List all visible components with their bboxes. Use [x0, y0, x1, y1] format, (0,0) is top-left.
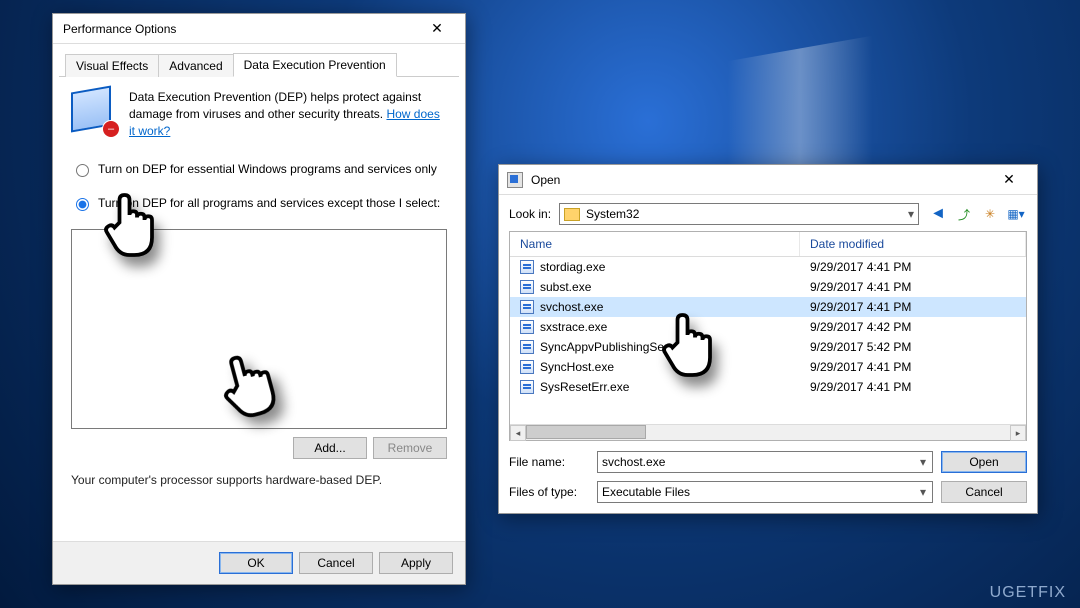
exe-icon [520, 360, 534, 374]
dialog-footer: OK Cancel Apply [53, 541, 465, 584]
file-date: 9/29/2017 4:41 PM [800, 360, 1026, 374]
window-title: Performance Options [63, 22, 176, 36]
open-title: Open [531, 173, 560, 187]
file-name: stordiag.exe [540, 260, 605, 274]
dep-chip-icon: – [71, 89, 115, 133]
look-in-value: System32 [586, 207, 639, 221]
new-folder-icon: ✳ [985, 207, 995, 221]
app-icon [507, 172, 523, 188]
folder-icon [564, 208, 580, 221]
radio-all-except-label: Turn on DEP for all programs and service… [98, 196, 440, 210]
back-button[interactable]: ◄ [927, 203, 949, 225]
filename-input[interactable] [598, 455, 914, 469]
open-dialog: Open ✕ Look in: System32 ▾ ◄ ⤴ ✳ ▦▾ Name… [498, 164, 1038, 514]
filetypes-label: Files of type: [509, 485, 589, 499]
filetypes-combo[interactable]: ▾ [597, 481, 933, 503]
file-name: sxstrace.exe [540, 320, 607, 334]
file-row[interactable]: SysResetErr.exe 9/29/2017 4:41 PM [510, 377, 1026, 397]
open-cancel-button[interactable]: Cancel [941, 481, 1027, 503]
dep-panel: – Data Execution Prevention (DEP) helps … [53, 77, 465, 541]
exe-icon [520, 300, 534, 314]
close-icon: ✕ [431, 20, 443, 37]
exe-icon [520, 340, 534, 354]
ok-button[interactable]: OK [219, 552, 293, 574]
dep-support-text: Your computer's processor supports hardw… [71, 473, 447, 487]
scroll-track[interactable] [526, 425, 1010, 440]
chevron-down-icon: ▾ [908, 207, 914, 221]
file-row[interactable]: SyncHost.exe 9/29/2017 4:41 PM [510, 357, 1026, 377]
dep-description: Data Execution Prevention (DEP) helps pr… [129, 89, 447, 139]
exe-icon [520, 260, 534, 274]
up-one-level-button[interactable]: ⤴ [953, 203, 975, 225]
close-button[interactable]: ✕ [415, 15, 459, 43]
dep-exceptions-list[interactable] [71, 229, 447, 429]
tab-dep[interactable]: Data Execution Prevention [233, 53, 397, 77]
radio-all-except[interactable]: Turn on DEP for all programs and service… [71, 195, 447, 211]
view-icon: ▦▾ [1007, 207, 1024, 221]
new-folder-button[interactable]: ✳ [979, 203, 1001, 225]
file-date: 9/29/2017 4:41 PM [800, 280, 1026, 294]
tabstrip: Visual Effects Advanced Data Execution P… [59, 48, 459, 77]
open-titlebar[interactable]: Open ✕ [499, 165, 1037, 195]
filetypes-value[interactable] [598, 485, 914, 499]
radio-essential-label: Turn on DEP for essential Windows progra… [98, 162, 437, 176]
column-headers[interactable]: Name Date modified [510, 232, 1026, 257]
file-date: 9/29/2017 4:42 PM [800, 320, 1026, 334]
open-button[interactable]: Open [941, 451, 1027, 473]
remove-button: Remove [373, 437, 447, 459]
file-name: SyncHost.exe [540, 360, 614, 374]
close-icon: ✕ [1003, 171, 1015, 188]
file-date: 9/29/2017 4:41 PM [800, 300, 1026, 314]
exe-icon [520, 280, 534, 294]
chevron-down-icon[interactable]: ▾ [914, 455, 932, 469]
open-bottom: File name: ▾ Open Files of type: ▾ Cance… [499, 441, 1037, 513]
radio-essential-input[interactable] [76, 164, 89, 177]
file-date: 9/29/2017 4:41 PM [800, 260, 1026, 274]
file-row[interactable]: stordiag.exe 9/29/2017 4:41 PM [510, 257, 1026, 277]
dep-description-text: Data Execution Prevention (DEP) helps pr… [129, 90, 421, 121]
file-row[interactable]: sxstrace.exe 9/29/2017 4:42 PM [510, 317, 1026, 337]
open-close-button[interactable]: ✕ [987, 166, 1031, 194]
up-folder-icon: ⤴ [958, 206, 970, 223]
filename-field[interactable]: ▾ [597, 451, 933, 473]
cancel-button[interactable]: Cancel [299, 552, 373, 574]
view-menu-button[interactable]: ▦▾ [1005, 203, 1027, 225]
performance-options-window: Performance Options ✕ Visual Effects Adv… [52, 13, 466, 585]
radio-essential[interactable]: Turn on DEP for essential Windows progra… [71, 161, 447, 177]
apply-button[interactable]: Apply [379, 552, 453, 574]
file-name: SysResetErr.exe [540, 380, 629, 394]
look-in-combo[interactable]: System32 ▾ [559, 203, 919, 225]
file-row[interactable]: svchost.exe 9/29/2017 4:41 PM [510, 297, 1026, 317]
radio-all-except-input[interactable] [76, 198, 89, 211]
column-name[interactable]: Name [510, 232, 800, 256]
add-button[interactable]: Add... [293, 437, 367, 459]
tab-advanced[interactable]: Advanced [158, 54, 233, 77]
file-date: 9/29/2017 5:42 PM [800, 340, 1026, 354]
look-in-row: Look in: System32 ▾ ◄ ⤴ ✳ ▦▾ [499, 195, 1037, 231]
file-date: 9/29/2017 4:41 PM [800, 380, 1026, 394]
exe-icon [520, 380, 534, 394]
file-row[interactable]: SyncAppvPublishingServer.exe 9/29/2017 5:… [510, 337, 1026, 357]
exe-icon [520, 320, 534, 334]
watermark: UGETFIX [990, 584, 1066, 602]
file-name: svchost.exe [540, 300, 603, 314]
tab-visual-effects[interactable]: Visual Effects [65, 54, 159, 77]
look-in-label: Look in: [509, 207, 551, 221]
scroll-thumb[interactable] [526, 425, 646, 439]
file-row[interactable]: subst.exe 9/29/2017 4:41 PM [510, 277, 1026, 297]
titlebar[interactable]: Performance Options ✕ [53, 14, 465, 44]
file-list: Name Date modified stordiag.exe 9/29/2017… [509, 231, 1027, 441]
back-icon: ◄ [930, 205, 946, 223]
filename-label: File name: [509, 455, 589, 469]
file-name: subst.exe [540, 280, 591, 294]
h-scrollbar[interactable]: ◂ ▸ [510, 424, 1026, 440]
chevron-down-icon[interactable]: ▾ [914, 485, 932, 499]
column-date[interactable]: Date modified [800, 232, 1026, 256]
scroll-left-button[interactable]: ◂ [510, 425, 526, 441]
file-rows[interactable]: stordiag.exe 9/29/2017 4:41 PM subst.exe 9/… [510, 257, 1026, 424]
file-name: SyncAppvPublishingServer.exe [540, 340, 707, 354]
scroll-right-button[interactable]: ▸ [1010, 425, 1026, 441]
